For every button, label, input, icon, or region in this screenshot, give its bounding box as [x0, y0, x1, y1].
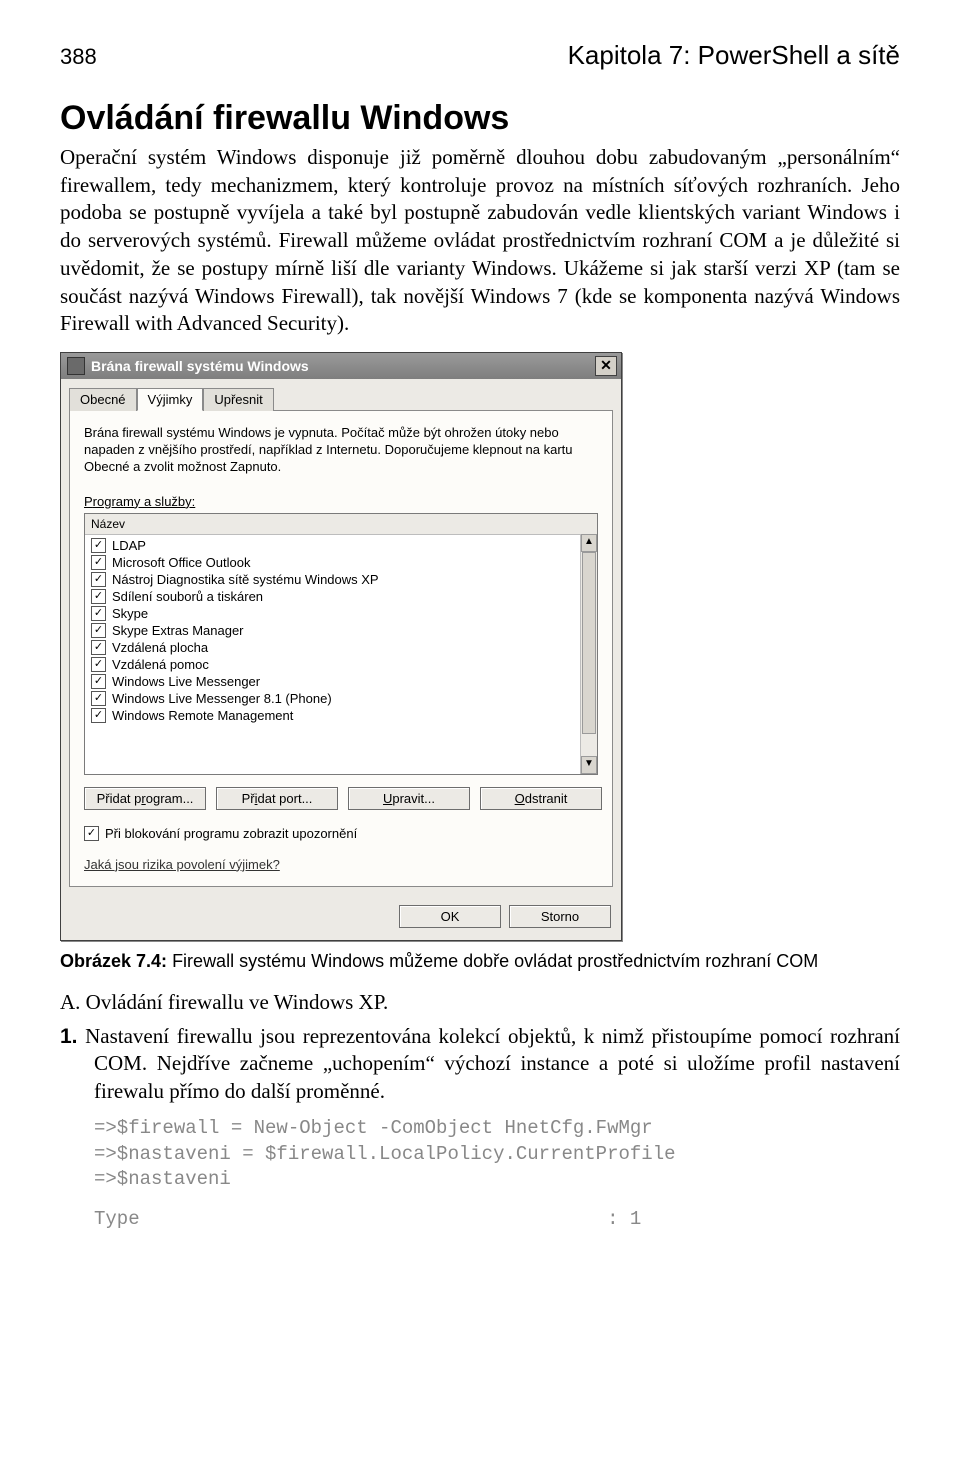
programs-listbox[interactable]: Název ✓ LDAP ✓ Microsoft Office Outlook ✓ N…	[84, 513, 598, 775]
checkbox-icon[interactable]: ✓	[91, 674, 106, 689]
figure-7-4: Brána firewall systému Windows ✕ Obecné …	[60, 352, 900, 941]
tab-advanced[interactable]: Upřesnit	[203, 388, 273, 411]
chapter-title: Kapitola 7: PowerShell a sítě	[568, 40, 900, 71]
checkbox-icon[interactable]: ✓	[91, 691, 106, 706]
firewall-dialog: Brána firewall systému Windows ✕ Obecné …	[60, 352, 622, 941]
list-item-label: Windows Remote Management	[112, 708, 293, 723]
shield-icon	[67, 357, 85, 375]
figure-caption-label: Obrázek 7.4:	[60, 951, 167, 971]
close-button[interactable]: ✕	[595, 356, 617, 376]
code-block-1: =>$firewall = New-Object -ComObject Hnet…	[94, 1116, 900, 1193]
intro-paragraph: Operační systém Windows disponuje již po…	[60, 144, 900, 338]
list-item[interactable]: ✓ Nástroj Diagnostika sítě systému Window…	[85, 571, 597, 588]
list-item-label: Nástroj Diagnostika sítě systému Windows…	[112, 572, 379, 587]
scrollbar[interactable]: ▲ ▼	[580, 534, 597, 774]
page-number: 388	[60, 44, 97, 70]
list-item[interactable]: ✓ Windows Live Messenger	[85, 673, 597, 690]
step-number: 1.	[60, 1025, 78, 1048]
figure-caption-text: Firewall systému Windows můžeme dobře ov…	[167, 951, 818, 971]
list-item[interactable]: ✓ Windows Live Messenger 8.1 (Phone)	[85, 690, 597, 707]
list-item-label: Windows Live Messenger 8.1 (Phone)	[112, 691, 332, 706]
list-item-label: LDAP	[112, 538, 146, 553]
list-body: ✓ LDAP ✓ Microsoft Office Outlook ✓ Nástroj…	[85, 535, 597, 726]
delete-button[interactable]: Odstranit	[480, 787, 602, 810]
tab-panel-exceptions: Brána firewall systému Windows je vypnut…	[69, 410, 613, 887]
notify-checkbox-row[interactable]: ✓ Při blokování programu zobrazit upozor…	[84, 826, 598, 841]
add-port-button[interactable]: Přidat port...	[216, 787, 338, 810]
step-1: 1. Nastavení firewallu jsou reprezentová…	[60, 1023, 900, 1106]
list-item[interactable]: ✓ Skype	[85, 605, 597, 622]
checkbox-icon[interactable]: ✓	[91, 708, 106, 723]
section-title: Ovládání firewallu Windows	[60, 99, 900, 138]
page-header: 388 Kapitola 7: PowerShell a sítě	[60, 40, 900, 71]
list-item-label: Skype	[112, 606, 148, 621]
list-item[interactable]: ✓ LDAP	[85, 537, 597, 554]
scroll-down-icon[interactable]: ▼	[581, 756, 597, 774]
code-block-2: Type : 1	[94, 1207, 900, 1233]
scroll-thumb[interactable]	[582, 552, 596, 734]
button-row: Přidat program... Přidat port... Upravit…	[84, 787, 598, 810]
list-item-label: Microsoft Office Outlook	[112, 555, 250, 570]
checkbox-icon[interactable]: ✓	[91, 555, 106, 570]
step-text: Nastavení firewallu jsou reprezentována …	[78, 1024, 900, 1103]
checkbox-icon[interactable]: ✓	[91, 657, 106, 672]
checkbox-icon[interactable]: ✓	[91, 538, 106, 553]
notify-label: Při blokování programu zobrazit upozorně…	[105, 826, 357, 841]
list-item-label: Vzdálená pomoc	[112, 657, 209, 672]
checkbox-icon[interactable]: ✓	[91, 623, 106, 638]
checkbox-icon[interactable]: ✓	[91, 640, 106, 655]
checkbox-icon[interactable]: ✓	[91, 589, 106, 604]
checkbox-icon[interactable]: ✓	[91, 572, 106, 587]
checkbox-icon[interactable]: ✓	[84, 826, 99, 841]
list-item[interactable]: ✓ Microsoft Office Outlook	[85, 554, 597, 571]
edit-button[interactable]: Upravit...	[348, 787, 470, 810]
dialog-title: Brána firewall systému Windows	[91, 358, 309, 374]
list-item[interactable]: ✓ Windows Remote Management	[85, 707, 597, 724]
add-program-button[interactable]: Přidat program...	[84, 787, 206, 810]
cancel-button[interactable]: Storno	[509, 905, 611, 928]
figure-caption: Obrázek 7.4: Firewall systému Windows mů…	[60, 951, 900, 972]
tab-exceptions[interactable]: Výjimky	[137, 388, 204, 411]
dialog-tabs: Obecné Výjimky Upřesnit	[69, 387, 613, 410]
list-label: Programy a služby:	[84, 494, 598, 509]
risks-link[interactable]: Jaká jsou rizika povolení výjimek?	[84, 857, 280, 872]
scroll-up-icon[interactable]: ▲	[581, 534, 597, 552]
list-item-label: Vzdálená plocha	[112, 640, 208, 655]
list-item[interactable]: ✓ Vzdálená plocha	[85, 639, 597, 656]
panel-description: Brána firewall systému Windows je vypnut…	[84, 425, 598, 476]
list-item-label: Skype Extras Manager	[112, 623, 244, 638]
ok-button[interactable]: OK	[399, 905, 501, 928]
list-item[interactable]: ✓ Skype Extras Manager	[85, 622, 597, 639]
checkbox-icon[interactable]: ✓	[91, 606, 106, 621]
tab-general[interactable]: Obecné	[69, 388, 137, 411]
list-item-label: Windows Live Messenger	[112, 674, 260, 689]
list-column-header[interactable]: Název	[85, 514, 597, 535]
dialog-titlebar: Brána firewall systému Windows ✕	[61, 353, 621, 379]
dialog-footer: OK Storno	[61, 895, 621, 940]
list-item[interactable]: ✓ Vzdálená pomoc	[85, 656, 597, 673]
subsection-a: A. Ovládání firewallu ve Windows XP.	[60, 990, 900, 1015]
list-item[interactable]: ✓ Sdílení souborů a tiskáren	[85, 588, 597, 605]
list-item-label: Sdílení souborů a tiskáren	[112, 589, 263, 604]
